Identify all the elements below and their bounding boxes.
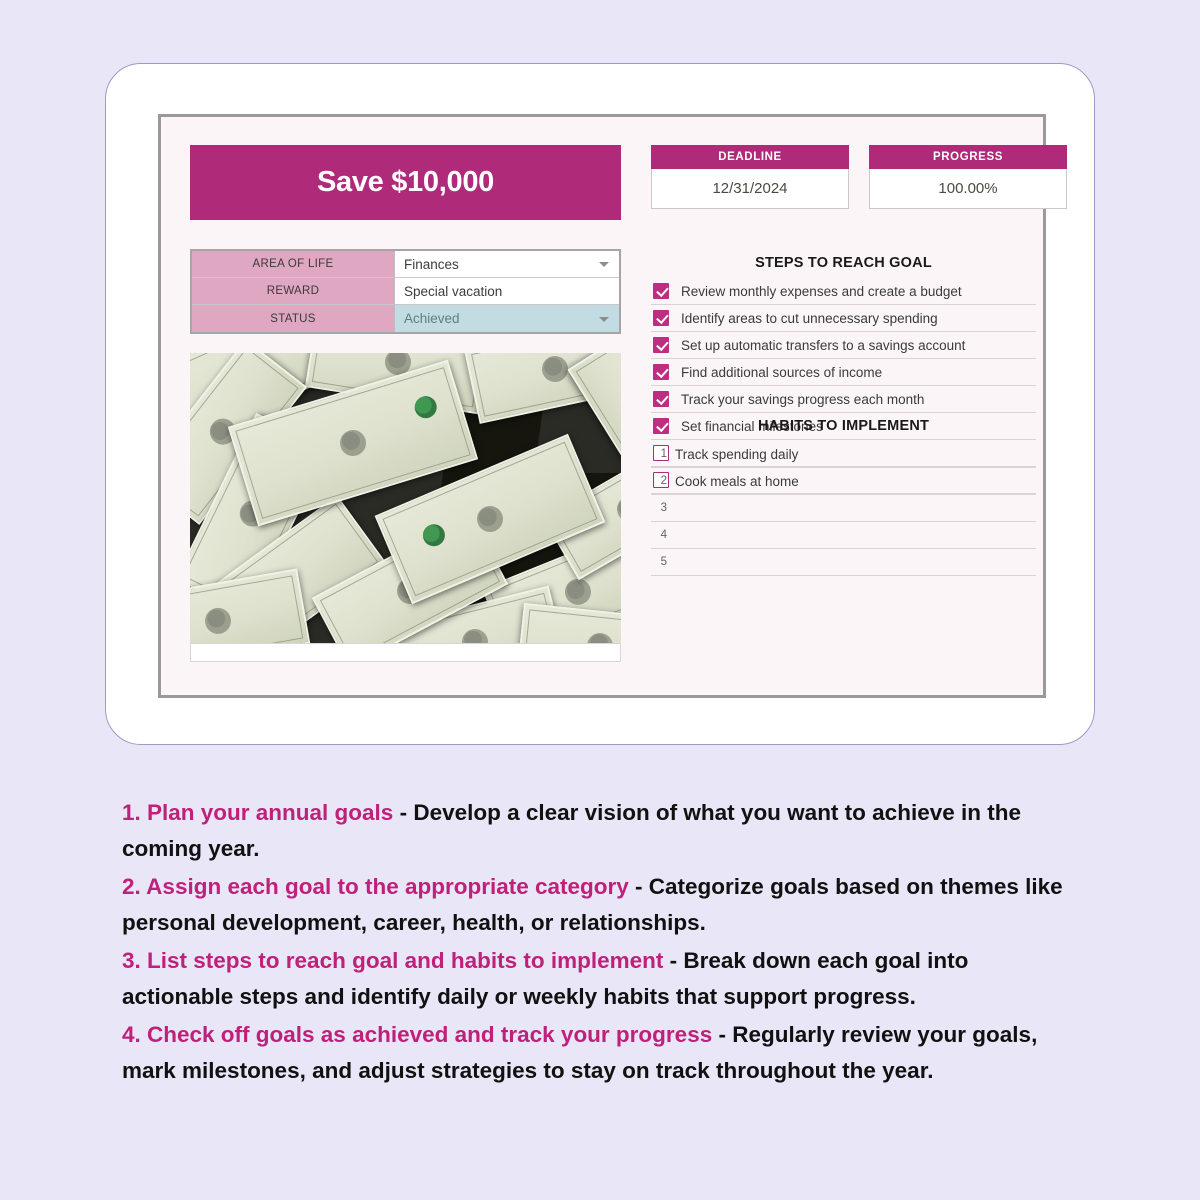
checkbox-checked-icon[interactable] [653, 364, 669, 380]
progress-value: 100.00% [869, 169, 1067, 209]
instruction-paragraph: 1. Plan your annual goals - Develop a cl… [122, 795, 1077, 867]
instruction-paragraph: 4. Check off goals as achieved and track… [122, 1017, 1077, 1089]
instruction-lead: 1. Plan your annual goals [122, 800, 394, 825]
step-row: Review monthly expenses and create a bud… [651, 278, 1036, 305]
table-row: STATUS Achieved [192, 305, 619, 332]
status-label: STATUS [192, 305, 395, 332]
chevron-down-icon [599, 262, 609, 267]
deadline-card: DEADLINE 12/31/2024 [651, 145, 849, 209]
progress-label: PROGRESS [869, 145, 1067, 169]
instruction-lead: 4. Check off goals as achieved and track… [122, 1022, 713, 1047]
device-card: Save $10,000 AREA OF LIFE Finances REWAR… [105, 63, 1095, 745]
goal-meta-table: AREA OF LIFE Finances REWARD Special vac… [190, 249, 621, 334]
step-text[interactable]: Identify areas to cut unnecessary spendi… [681, 311, 938, 326]
habit-text[interactable]: Cook meals at home [675, 474, 799, 489]
instruction-lead: 3. List steps to reach goal and habits t… [122, 948, 664, 973]
instructions-block: 1. Plan your annual goals - Develop a cl… [122, 795, 1077, 1091]
step-row: Track your savings progress each month [651, 386, 1036, 413]
deadline-label: DEADLINE [651, 145, 849, 169]
instruction-lead: 2. Assign each goal to the appropriate c… [122, 874, 629, 899]
area-of-life-select[interactable]: Finances [395, 251, 619, 278]
status-select[interactable]: Achieved [395, 305, 619, 332]
instruction-paragraph: 3. List steps to reach goal and habits t… [122, 943, 1077, 1015]
table-row: REWARD Special vacation [192, 278, 619, 305]
status-value: Achieved [404, 311, 460, 326]
progress-card: PROGRESS 100.00% [869, 145, 1067, 209]
habit-row: 4 [651, 522, 1036, 549]
habits-section-title: HABITS TO IMPLEMENT [757, 418, 930, 434]
habit-number: 1 [660, 448, 667, 460]
step-text[interactable]: Track your savings progress each month [681, 392, 924, 407]
area-of-life-value: Finances [404, 256, 459, 272]
step-text[interactable]: Find additional sources of income [681, 365, 882, 380]
step-row: Identify areas to cut unnecessary spendi… [651, 305, 1036, 332]
goal-sheet: Save $10,000 AREA OF LIFE Finances REWAR… [158, 114, 1067, 698]
habit-row: 1 Track spending daily [651, 441, 1036, 468]
checkbox-checked-icon[interactable] [653, 310, 669, 326]
photo-caption-strip [190, 643, 621, 662]
steps-section-title: STEPS TO REACH GOAL [755, 255, 932, 271]
habits-list: 1 Track spending daily 2 Cook meals at home… [651, 441, 1036, 576]
table-row: AREA OF LIFE Finances [192, 251, 619, 278]
step-row: Set up automatic transfers to a savings … [651, 332, 1036, 359]
reward-label: REWARD [192, 278, 395, 305]
goal-photo [190, 353, 621, 643]
habit-number: 3 [660, 502, 667, 514]
habit-row: 3 [651, 495, 1036, 522]
chevron-down-icon [599, 316, 609, 322]
reward-input[interactable]: Special vacation [395, 278, 619, 305]
goal-title-banner: Save $10,000 [190, 145, 621, 220]
area-of-life-label: AREA OF LIFE [192, 251, 395, 278]
checkbox-checked-icon[interactable] [653, 283, 669, 299]
instruction-paragraph: 2. Assign each goal to the appropriate c… [122, 869, 1077, 941]
goal-title: Save $10,000 [316, 166, 494, 198]
step-text[interactable]: Set up automatic transfers to a savings … [681, 338, 965, 353]
checkbox-checked-icon[interactable] [653, 391, 669, 407]
habit-text[interactable]: Track spending daily [675, 447, 798, 462]
habit-row: 5 [651, 549, 1036, 576]
step-text[interactable]: Review monthly expenses and create a bud… [681, 284, 962, 299]
habit-number: 4 [660, 529, 667, 541]
deadline-value[interactable]: 12/31/2024 [651, 169, 849, 209]
habit-number: 2 [660, 475, 667, 487]
step-row: Find additional sources of income [651, 359, 1036, 386]
habit-row: 2 Cook meals at home [651, 468, 1036, 495]
reward-value: Special vacation [404, 283, 503, 299]
habit-number: 5 [660, 556, 667, 568]
checkbox-checked-icon[interactable] [653, 337, 669, 353]
